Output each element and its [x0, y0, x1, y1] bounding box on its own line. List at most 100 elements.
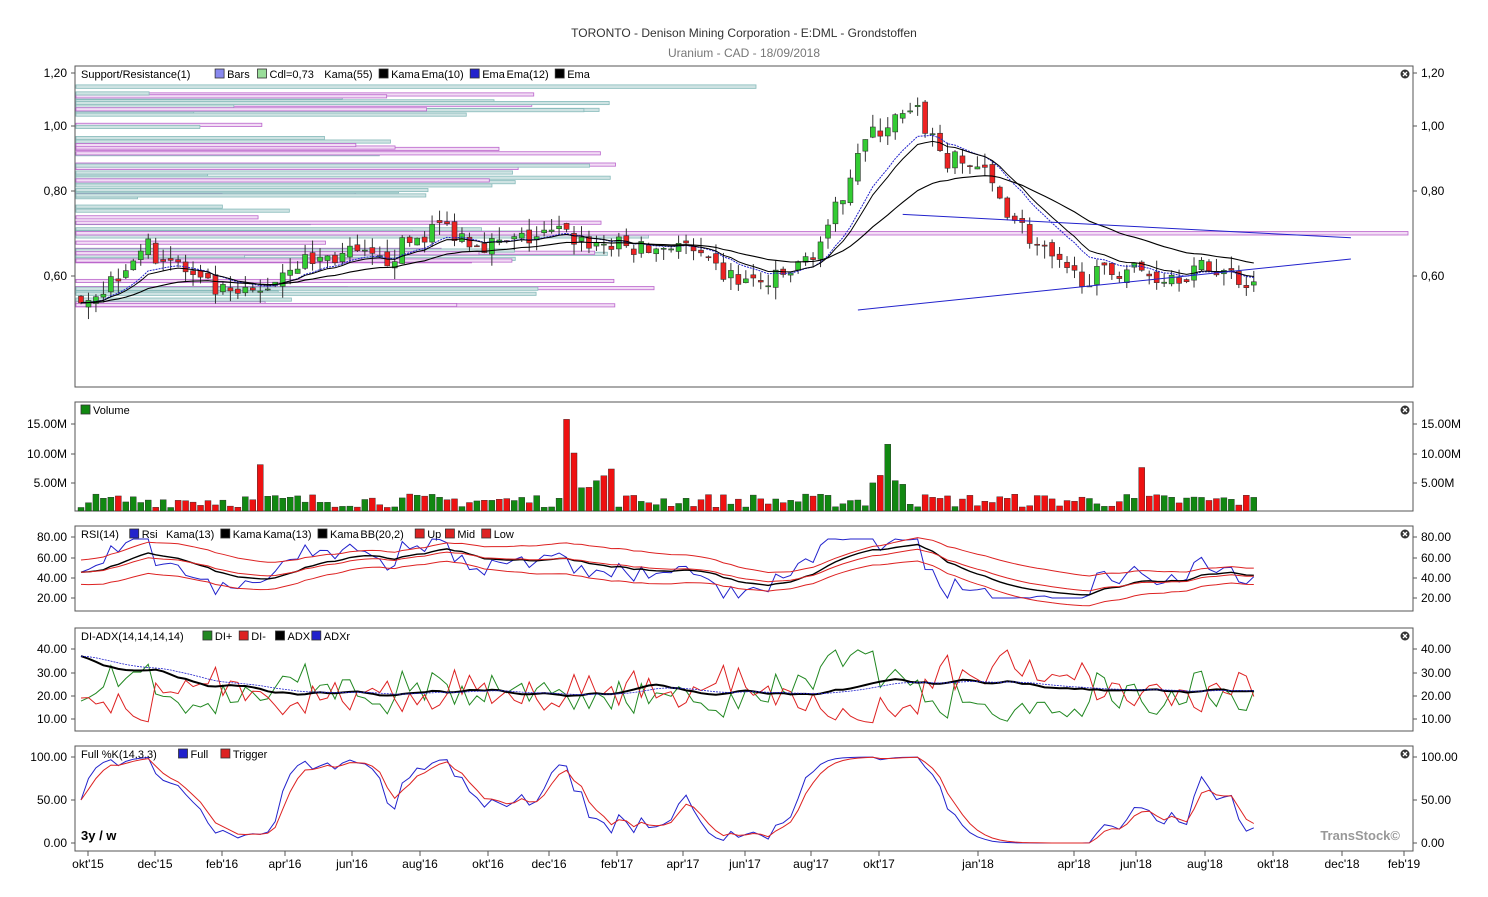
- x-tick-label: feb'17: [601, 857, 634, 871]
- candle: [840, 200, 846, 205]
- volume-bar: [944, 495, 951, 512]
- y-tick-label-right: 20.00: [1421, 689, 1451, 703]
- y-tick-label-left: 40.00: [37, 642, 67, 656]
- legend-swatch: [202, 630, 213, 641]
- volume-bar: [794, 501, 802, 512]
- volume-bar: [85, 502, 92, 512]
- volume-bar: [496, 499, 503, 512]
- candle: [982, 164, 988, 168]
- sr-bar: [75, 302, 458, 307]
- candle: [750, 274, 757, 279]
- volume-bar: [720, 494, 727, 512]
- volume-bar: [391, 506, 398, 512]
- volume-bar: [1108, 505, 1116, 512]
- candle: [698, 249, 704, 254]
- candle: [347, 245, 353, 258]
- legend-swatch: [444, 528, 455, 539]
- y-tick-label-right: 80.00: [1421, 530, 1451, 544]
- volume-bar: [989, 502, 996, 512]
- panel-adx: DI-ADX(14,14,14,14) DI+ DI- ADX ADXr: [71, 627, 1417, 732]
- x-tick-label: apr'18: [1058, 857, 1091, 871]
- legend-label: ADX: [288, 631, 311, 643]
- candle: [548, 229, 555, 232]
- volume-bar: [996, 496, 1004, 512]
- volume-bar: [122, 501, 130, 512]
- candle: [997, 186, 1003, 199]
- candle: [884, 127, 891, 137]
- volume-bar: [503, 498, 510, 512]
- sr-bar: [75, 208, 290, 213]
- volume-bar: [436, 497, 443, 512]
- x-tick-label: okt'15: [72, 857, 104, 871]
- volume-bar: [1116, 501, 1123, 512]
- candle: [317, 256, 323, 262]
- candle: [1101, 262, 1108, 266]
- y-tick-label-right: 0.00: [1421, 836, 1445, 850]
- candle: [175, 259, 181, 263]
- volume-bar: [1093, 503, 1101, 512]
- volume-bar: [697, 499, 705, 512]
- volume-bar: [1004, 498, 1011, 512]
- candle: [309, 252, 316, 264]
- x-tick-label: dec'15: [138, 857, 173, 871]
- y-tick-label-right: 0,60: [1421, 269, 1445, 283]
- sr-bar: [75, 240, 326, 245]
- y-tick-label-left: 5.00M: [34, 476, 67, 490]
- volume-bar: [227, 505, 234, 512]
- volume-bar: [929, 497, 936, 512]
- candle: [795, 261, 801, 271]
- candle: [220, 284, 226, 293]
- legend-label: Ema(10): [422, 69, 464, 81]
- legend-swatch: [554, 68, 565, 79]
- candle: [362, 249, 368, 252]
- volume-bar: [1213, 498, 1220, 512]
- legend-label: ADXr: [324, 631, 351, 643]
- volume-bar: [107, 497, 115, 512]
- volume-bar: [361, 499, 369, 512]
- candle: [1198, 259, 1205, 270]
- y-tick-label-left: 10.00: [37, 712, 67, 726]
- candle: [354, 244, 361, 251]
- volume-bar: [1078, 496, 1086, 512]
- candle: [556, 225, 562, 230]
- candle: [167, 258, 174, 261]
- volume-bar: [750, 494, 757, 512]
- volume-bar: [92, 493, 100, 512]
- volume-bar: [339, 506, 346, 512]
- candle: [212, 274, 219, 295]
- candle: [160, 259, 166, 262]
- candle: [444, 221, 450, 224]
- candle: [100, 293, 107, 298]
- volume-bar: [974, 505, 981, 512]
- candle: [1183, 279, 1190, 283]
- legend-label: Ema: [567, 69, 591, 81]
- candle: [205, 272, 211, 279]
- candle: [108, 276, 114, 293]
- candle: [1026, 224, 1033, 244]
- volume-bar: [652, 504, 660, 512]
- y-tick-label-left: 10.00M: [27, 447, 67, 461]
- legend-label: DI+: [215, 631, 232, 643]
- volume-bar: [137, 502, 144, 512]
- candle: [855, 153, 861, 182]
- volume-bar: [399, 497, 406, 512]
- volume-bar: [757, 498, 764, 512]
- sr-bar: [75, 136, 325, 141]
- legend-label: Mid: [457, 529, 475, 541]
- volume-bar: [272, 495, 279, 512]
- panel-volume: Volume: [71, 401, 1417, 512]
- volume-bar: [182, 500, 189, 512]
- candle: [870, 126, 876, 138]
- volume-bar: [331, 506, 339, 512]
- y-tick-label-right: 50.00: [1421, 793, 1451, 807]
- legend-label: Kama: [330, 529, 360, 541]
- candle: [608, 245, 615, 250]
- legend-label: Ema(12): [507, 69, 549, 81]
- volume-bar: [301, 501, 309, 512]
- candle: [810, 257, 816, 260]
- volume-bar: [824, 495, 832, 512]
- candle: [825, 224, 831, 239]
- period-label: 3y / w: [81, 828, 117, 843]
- candle: [817, 241, 824, 260]
- candle: [713, 253, 719, 264]
